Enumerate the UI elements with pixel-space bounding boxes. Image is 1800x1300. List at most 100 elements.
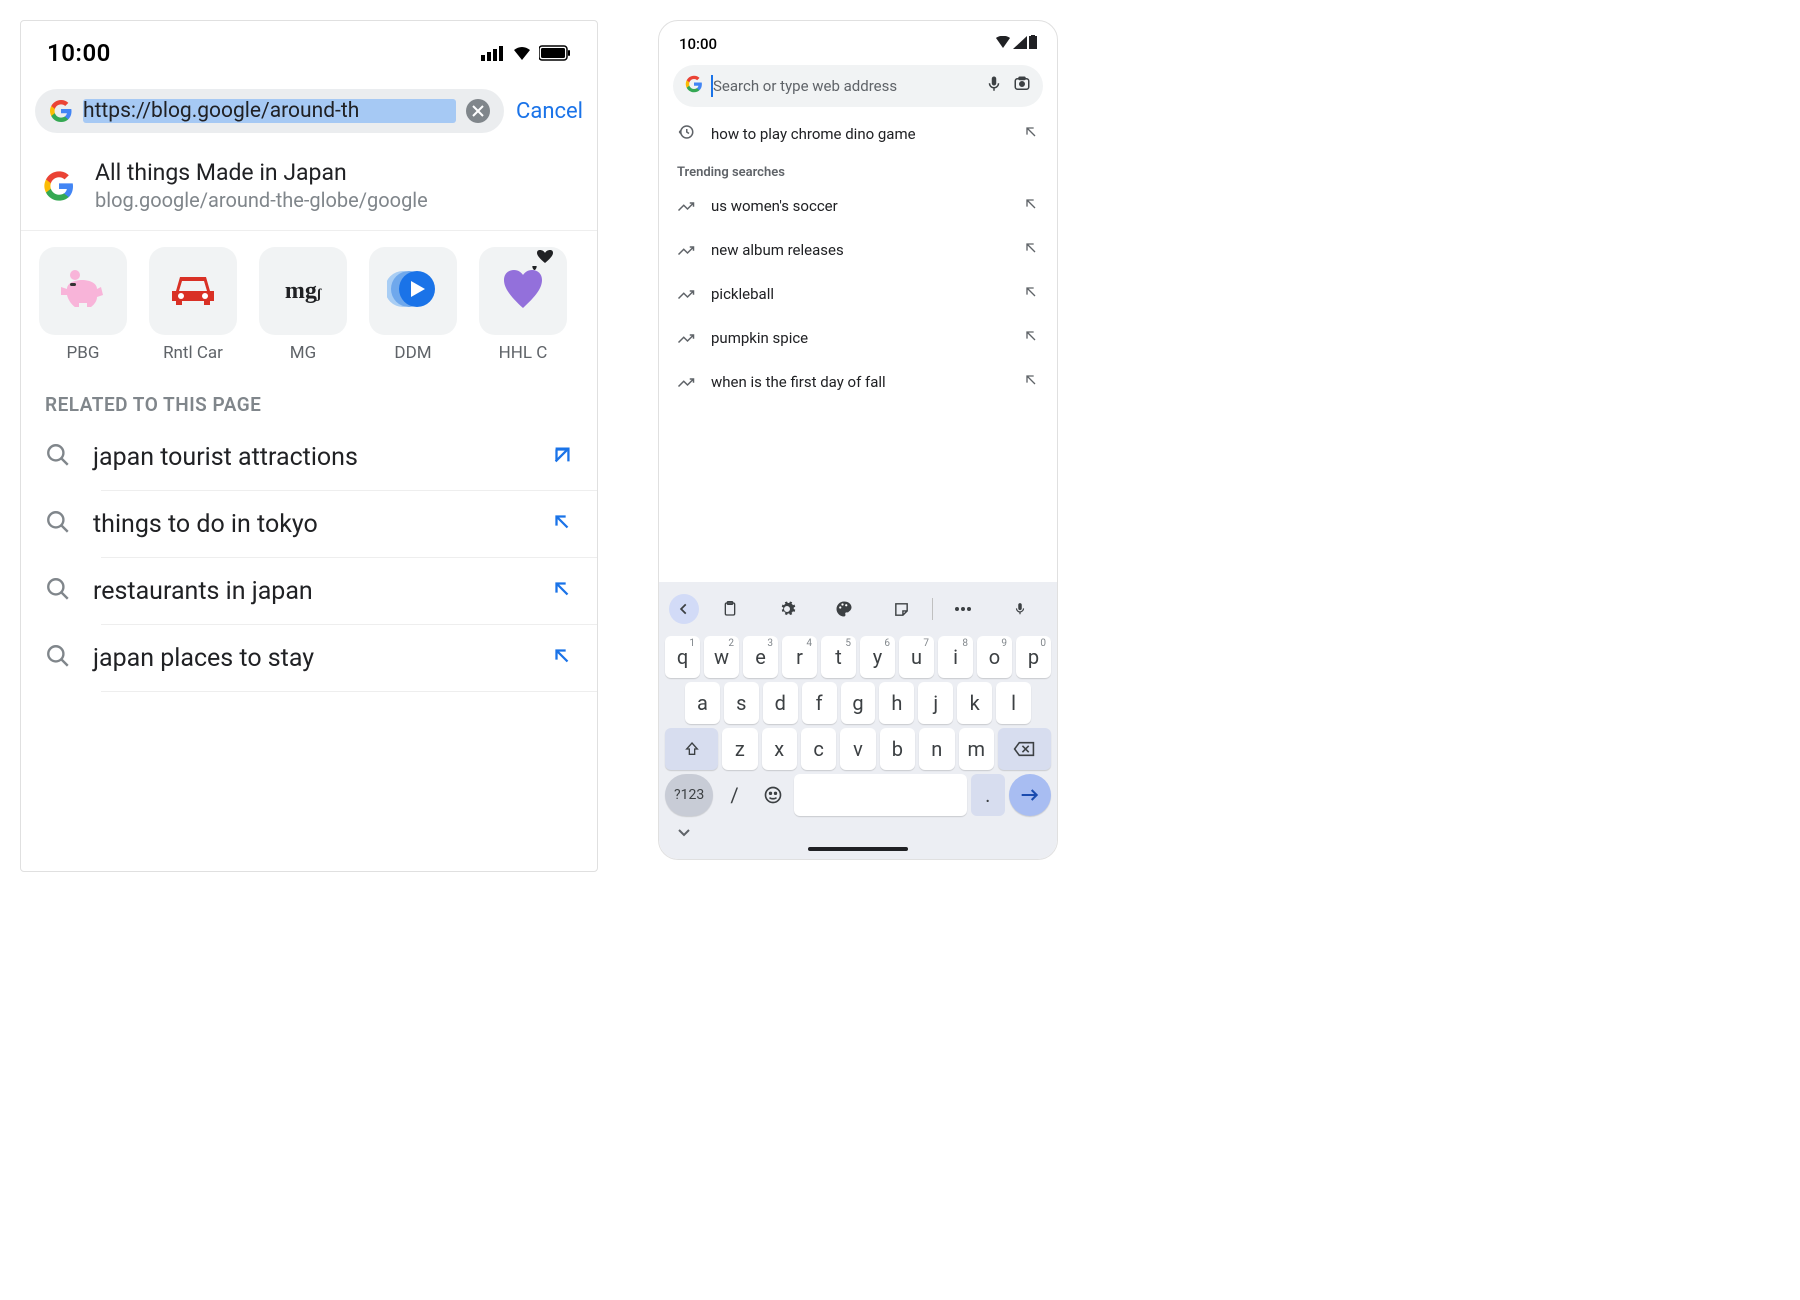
keyboard-toolbar [663,586,1053,632]
key-o[interactable]: o9 [977,636,1012,678]
key-enter[interactable] [1009,774,1051,816]
key-z[interactable]: z [722,728,757,770]
kb-clipboard-icon[interactable] [703,594,756,624]
kb-gear-icon[interactable] [760,594,813,624]
key-f[interactable]: f [802,682,837,724]
android-keyboard: q1 w2 e3 r4 t5 y6 u7 i8 o9 p0 a s d f g … [659,582,1057,859]
key-a[interactable]: a [685,682,720,724]
insert-arrow-icon[interactable] [1023,328,1039,348]
suggestion-item[interactable]: japan tourist attractions [21,424,597,490]
key-u[interactable]: u7 [899,636,934,678]
piggy-bank-icon [57,267,109,315]
key-y[interactable]: y6 [860,636,895,678]
insert-arrow-icon[interactable] [1023,240,1039,260]
omnibox-android[interactable]: Search or type web address [673,65,1043,107]
key-s[interactable]: s [724,682,759,724]
page-result[interactable]: All things Made in Japan blog.google/aro… [21,141,597,231]
kb-mic-icon[interactable] [994,594,1047,624]
kb-palette-icon[interactable] [817,594,870,624]
key-shift[interactable] [665,728,718,770]
search-icon [45,509,71,539]
key-symbols[interactable]: ?123 [665,774,713,816]
trending-item[interactable]: us women's soccer [659,184,1057,228]
key-b[interactable]: b [880,728,915,770]
status-icons [995,35,1037,53]
clear-button[interactable] [466,99,490,123]
trending-icon [677,241,695,260]
key-l[interactable]: l [996,682,1031,724]
kb-sticker-icon[interactable] [875,594,928,624]
trending-icon [677,285,695,304]
omnibox[interactable]: https://blog.google/around-th [35,89,504,133]
search-icon [45,442,71,472]
key-p[interactable]: p0 [1016,636,1051,678]
mic-icon[interactable] [985,75,1003,97]
shortcut-rntl-car[interactable]: Rntl Car [143,247,243,363]
key-r[interactable]: r4 [782,636,817,678]
key-q[interactable]: q1 [665,636,700,678]
insert-arrow-icon[interactable] [1023,196,1039,216]
omnibox-placeholder[interactable]: Search or type web address [713,77,975,95]
suggestion-item[interactable]: things to do in tokyo [21,491,597,557]
trending-text: us women's soccer [711,197,1007,215]
trending-text: pumpkin spice [711,329,1007,347]
lens-icon[interactable] [1013,75,1031,97]
trending-item[interactable]: new album releases [659,228,1057,272]
trending-item[interactable]: pumpkin spice [659,316,1057,360]
key-g[interactable]: g [841,682,876,724]
insert-arrow-icon[interactable] [1023,124,1039,144]
trending-icon [677,373,695,392]
insert-arrow-icon[interactable] [551,645,573,671]
omnibox-url[interactable]: https://blog.google/around-th [83,99,456,123]
page-result-url: blog.google/around-the-globe/google [95,188,428,212]
divider [101,691,597,692]
shortcut-tile [479,247,567,335]
key-backspace[interactable] [998,728,1051,770]
key-m[interactable]: m [959,728,994,770]
history-icon [677,123,695,145]
shortcuts-row[interactable]: PBG Rntl Car mgʃ MG DDM [21,231,597,375]
key-x[interactable]: x [762,728,797,770]
trending-item[interactable]: when is the first day of fall [659,360,1057,404]
shortcut-hhl[interactable]: HHL C [473,247,573,363]
key-t[interactable]: t5 [821,636,856,678]
search-icon [45,576,71,606]
key-h[interactable]: h [879,682,914,724]
key-emoji[interactable] [756,774,790,816]
trending-text: new album releases [711,241,1007,259]
insert-arrow-icon[interactable] [551,511,573,537]
trending-item[interactable]: pickleball [659,272,1057,316]
key-c[interactable]: c [801,728,836,770]
kb-back-icon[interactable] [669,594,699,624]
key-w[interactable]: w2 [704,636,739,678]
status-bar-android: 10:00 [659,21,1057,61]
key-e[interactable]: e3 [743,636,778,678]
insert-arrow-icon[interactable] [551,444,573,470]
battery-icon [539,39,571,67]
key-slash[interactable]: / [717,774,751,816]
key-d[interactable]: d [763,682,798,724]
kb-more-icon[interactable] [937,594,990,624]
nav-handle[interactable] [808,847,908,851]
trending-text: pickleball [711,285,1007,303]
car-icon [168,269,218,313]
cancel-button[interactable]: Cancel [516,99,583,124]
suggestion-item[interactable]: japan places to stay [21,625,597,691]
key-j[interactable]: j [918,682,953,724]
suggestion-item[interactable]: restaurants in japan [21,558,597,624]
key-k[interactable]: k [957,682,992,724]
insert-arrow-icon[interactable] [1023,284,1039,304]
key-space[interactable] [794,774,966,816]
history-item[interactable]: how to play chrome dino game [659,111,1057,157]
shortcut-mg[interactable]: mgʃ MG [253,247,353,363]
key-period[interactable]: . [971,774,1005,816]
key-i[interactable]: i8 [938,636,973,678]
kb-collapse-icon[interactable] [663,820,1053,841]
key-n[interactable]: n [919,728,954,770]
key-v[interactable]: v [840,728,875,770]
shortcut-pbg[interactable]: PBG [33,247,133,363]
insert-arrow-icon[interactable] [551,578,573,604]
insert-arrow-icon[interactable] [1023,372,1039,392]
shortcut-ddm[interactable]: DDM [363,247,463,363]
kb-row-3: z x c v b n m [663,728,1053,770]
